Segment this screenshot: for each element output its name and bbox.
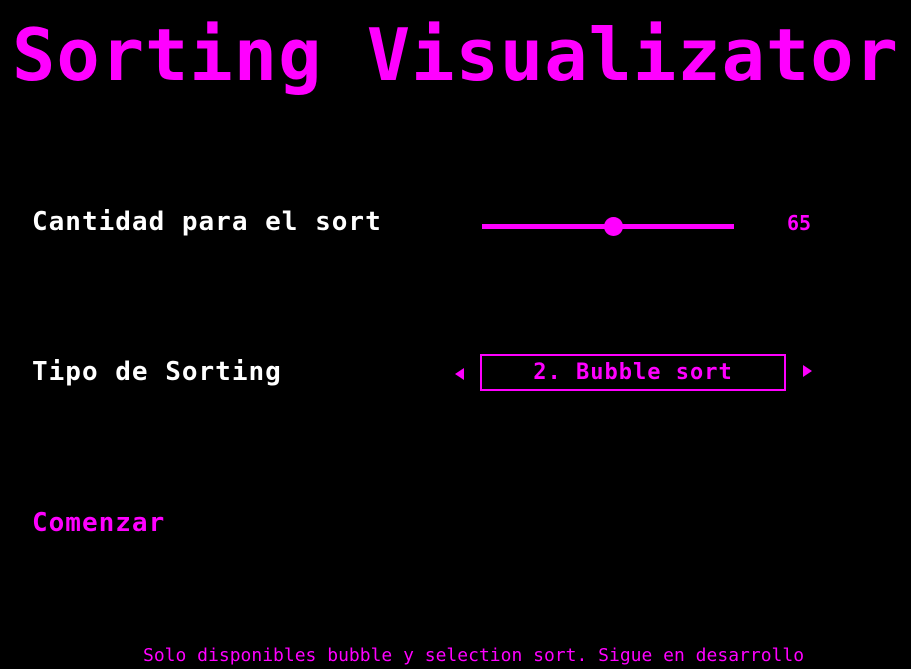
start-button[interactable]: Comenzar xyxy=(32,507,165,539)
sort-type-select[interactable]: 2. Bubble sort xyxy=(480,354,786,391)
footer-note: Solo disponibles bubble y selection sort… xyxy=(143,645,805,666)
amount-value: 65 xyxy=(787,211,812,235)
amount-label: Cantidad para el sort xyxy=(32,207,382,237)
page-title: Sorting Visualizator xyxy=(12,13,899,97)
triangle-right-icon[interactable] xyxy=(803,365,812,377)
slider-thumb[interactable] xyxy=(604,217,624,236)
amount-slider[interactable] xyxy=(482,216,734,238)
sort-type-selected: 2. Bubble sort xyxy=(533,360,733,385)
triangle-left-icon[interactable] xyxy=(455,368,464,380)
sort-type-label: Tipo de Sorting xyxy=(32,357,282,387)
